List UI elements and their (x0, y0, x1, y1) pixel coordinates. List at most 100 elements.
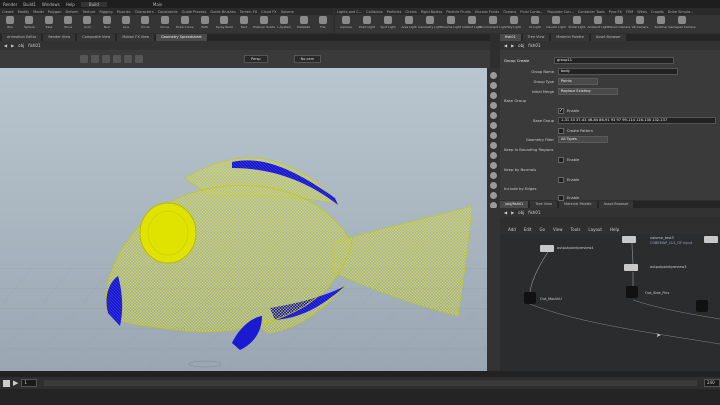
shelf-right-tool-13[interactable]: Stereo Camera (608, 16, 630, 32)
shelf-left-tab-7[interactable]: Muscles (117, 10, 131, 14)
view-dropdown[interactable]: Persp (244, 55, 268, 63)
back-arrow-icon[interactable]: ◀ (4, 43, 7, 48)
display-option-icon[interactable] (490, 112, 497, 119)
shelf-left-tool-9[interactable]: Draw Curve (176, 16, 193, 32)
enable-normals-checkbox[interactable] (558, 176, 564, 183)
tab-tree-view[interactable]: Tree View (522, 34, 550, 41)
shelf-right-tool-5[interactable]: Volume Light (441, 16, 461, 32)
net-menu-layout[interactable]: Layout (588, 227, 602, 232)
menu-windows[interactable]: Windows (42, 2, 60, 7)
base-group-field[interactable]: 1-31 33 37-43 46-84 86-91 93 97 99-114 1… (558, 117, 716, 124)
desktop-selector[interactable]: Build (80, 1, 107, 7)
tab-network-obj[interactable]: /obj/fish01 (500, 201, 529, 208)
group-name-field[interactable]: body (558, 68, 678, 75)
shelf-right-tab-9[interactable]: Populate Con... (547, 10, 573, 14)
shelf-right-tab-4[interactable]: Rigid Bodies (421, 10, 443, 14)
display-option-icon[interactable] (490, 72, 497, 79)
tab-motion-fx-view[interactable]: Motion FX View (117, 34, 155, 41)
shelf-left-tool-16[interactable]: File (315, 16, 331, 32)
keep-normals-section[interactable]: Keep by Normals (504, 167, 536, 172)
node-partial-top-right[interactable] (704, 236, 718, 243)
shelf-right-tool-16[interactable]: Gamepad Camera (668, 16, 696, 32)
net-menu-tools[interactable]: Tools (571, 227, 581, 232)
shelf-left-tool-7[interactable]: Circle (137, 16, 153, 32)
tab-tree-view[interactable]: Tree View (530, 201, 558, 208)
shelf-left-tool-5[interactable]: Null (99, 16, 115, 32)
scene-viewport[interactable] (0, 68, 487, 371)
shelf-left-tab-12[interactable]: Terrain FX (240, 10, 257, 14)
initial-merge-menu[interactable]: Replace Existing (558, 88, 618, 95)
shelf-right-tab-13[interactable]: Wires (637, 10, 647, 14)
tab-composite-view[interactable]: Composite View (77, 34, 116, 41)
shelf-left-tab-1[interactable]: Modify (18, 10, 30, 14)
shelf-right-tool-1[interactable]: Point Light (358, 16, 376, 32)
shelf-right-tool-8[interactable]: Sky Light (505, 16, 523, 32)
shelf-left-tool-13[interactable]: Platonic Solids (253, 16, 275, 32)
shelf-left-tab-10[interactable]: Guide Process (182, 10, 207, 14)
tab-material-palette[interactable]: Material Palette (559, 201, 597, 208)
play-icon[interactable]: ▶ (13, 379, 18, 387)
node-partial-right[interactable] (696, 300, 708, 312)
tab-animation-editor[interactable]: Animation Editor (2, 34, 42, 41)
timeline-track[interactable] (44, 380, 697, 386)
display-option-icon[interactable] (490, 182, 497, 189)
shelf-left-tool-11[interactable]: Spray Paint (216, 16, 233, 32)
shelf-left-tab-4[interactable]: Deform (66, 10, 79, 14)
shelf-left-tab-9[interactable]: Constraints (158, 10, 178, 14)
display-option-icon[interactable] (490, 92, 497, 99)
path-obj[interactable]: obj (518, 210, 524, 215)
node-out-mouthu[interactable] (524, 292, 536, 304)
shelf-right-tool-10[interactable]: Caustic Light (546, 16, 566, 32)
shelf-left-tab-2[interactable]: Model (33, 10, 44, 14)
shelf-left-tool-12[interactable]: Text (236, 16, 252, 32)
enable-bounding-checkbox[interactable] (558, 156, 564, 163)
shelf-right-tool-6[interactable]: Distant Light (462, 16, 482, 32)
camera-dropdown[interactable]: No cam (293, 55, 321, 63)
shelf-right-tool-11[interactable]: Portal Light (568, 16, 586, 32)
shelf-left-tool-10[interactable]: Path (196, 16, 212, 32)
network-editor[interactable]: outputpointpreview4 Out_MouthU volume_te… (500, 234, 720, 371)
shelf-right-tab-15[interactable]: Drive Simula... (668, 10, 694, 14)
create-pattern-checkbox[interactable] (558, 127, 564, 134)
include-edges-section[interactable]: Include by Edges (504, 186, 536, 191)
shelf-right-tab-6[interactable]: Viscous Fluids (475, 10, 500, 14)
shelf-right-tool-0[interactable]: Camera (337, 16, 355, 32)
shelf-left-tool-6[interactable]: Line (118, 16, 134, 32)
display-option-icon[interactable] (490, 152, 497, 159)
group-type-menu[interactable]: Points (558, 78, 598, 85)
path-fish[interactable]: fish01 (528, 210, 540, 215)
enable-edges-checkbox[interactable] (558, 194, 564, 201)
snap-tool-icon[interactable] (135, 55, 143, 63)
shelf-right-tool-7[interactable]: Environment Light (479, 16, 507, 32)
node-out-side-fins[interactable] (626, 286, 638, 298)
node-volume-test3[interactable] (622, 236, 636, 243)
forward-arrow-icon[interactable]: ▶ (511, 43, 514, 48)
display-option-icon[interactable] (490, 102, 497, 109)
shelf-left-tool-14[interactable]: L-System (276, 16, 292, 32)
path-fish[interactable]: fish01 (28, 43, 40, 48)
shelf-left-tool-3[interactable]: Torus (60, 16, 76, 32)
tab-asset-browser[interactable]: Asset Browser (590, 34, 626, 41)
menu-render[interactable]: Render (3, 2, 17, 7)
keep-bounding-section[interactable]: Keep in Bounding Regions (504, 147, 553, 152)
shelf-right-tab-12[interactable]: FEM (626, 10, 633, 14)
tab-material-palette[interactable]: Material Palette (551, 34, 589, 41)
shelf-right-tool-9[interactable]: GI Light (526, 16, 544, 32)
stop-icon[interactable] (3, 379, 10, 387)
shelf-right-tab-3[interactable]: Grains (405, 10, 416, 14)
handle-tool-icon[interactable] (124, 55, 132, 63)
shelf-right-tab-8[interactable]: Fluid Conta... (520, 10, 543, 14)
shelf-right-tool-2[interactable]: Spot Light (379, 16, 397, 32)
shelf-left-tab-14[interactable]: Volume (281, 10, 294, 14)
path-fish[interactable]: fish01 (528, 43, 540, 48)
shelf-right-tab-5[interactable]: Particle Fluids (446, 10, 470, 14)
shelf-right-tab-14[interactable]: Crowds (651, 10, 664, 14)
path-obj[interactable]: obj (518, 43, 524, 48)
back-arrow-icon[interactable]: ◀ (504, 43, 507, 48)
select-tool-icon[interactable] (80, 55, 88, 63)
shelf-right-tab-1[interactable]: Collisions (366, 10, 382, 14)
display-option-icon[interactable] (490, 162, 497, 169)
back-arrow-icon[interactable]: ◀ (504, 210, 507, 215)
enable-base-checkbox[interactable]: ✓ (558, 107, 564, 114)
shelf-left-tab-5[interactable]: Texture (83, 10, 96, 14)
